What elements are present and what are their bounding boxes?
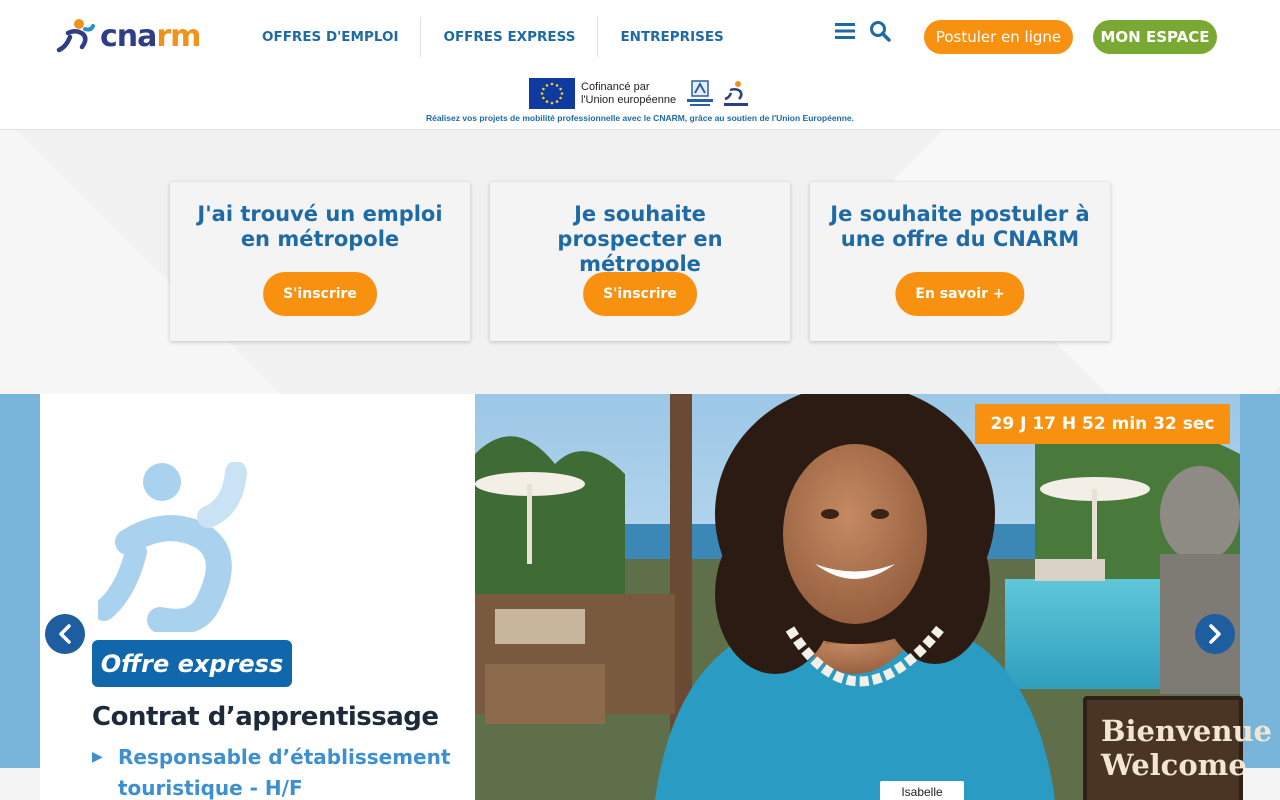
eu-text-line1: Cofinancé par bbox=[581, 80, 650, 93]
sign-line1: Bienvenue bbox=[1101, 714, 1272, 748]
offers-slider: Offre express Contrat d’apprentissage ▶ … bbox=[0, 394, 1280, 800]
cnarm-logo[interactable]: cnarm bbox=[56, 16, 216, 58]
nav-offres-express[interactable]: OFFRES EXPRESS bbox=[421, 17, 599, 57]
reunion-region-logo-icon bbox=[685, 78, 715, 109]
card-found-job: J'ai trouvé un emploi en métropole S'ins… bbox=[170, 182, 470, 341]
eu-flag-icon bbox=[529, 78, 575, 109]
eu-caption: Réalisez vos projets de mobilité profess… bbox=[425, 113, 855, 123]
triangle-right-icon: ▶ bbox=[92, 749, 103, 765]
runner-watermark-icon bbox=[98, 462, 247, 632]
eu-text-line2: l'Union européenne bbox=[581, 93, 677, 106]
nav-offres-emploi[interactable]: OFFRES D'EMPLOI bbox=[240, 17, 422, 57]
slide-text-panel: Offre express Contrat d’apprentissage ▶ … bbox=[40, 394, 475, 800]
logo-text-part2: rm bbox=[156, 19, 201, 54]
apply-online-button[interactable]: Postuler en ligne bbox=[924, 20, 1073, 54]
logo-text-part1: cna bbox=[100, 19, 157, 54]
logo-wordmark: cnarm bbox=[100, 19, 201, 54]
cnarm-mini-logo-icon bbox=[721, 78, 751, 109]
register-button[interactable]: S'inscrire bbox=[583, 272, 697, 316]
contract-type: Contrat d’apprentissage bbox=[92, 702, 439, 732]
chevron-left-icon bbox=[59, 624, 71, 644]
slider-prev-button[interactable] bbox=[45, 614, 85, 654]
chevron-right-icon bbox=[1209, 624, 1221, 644]
card-apply-offer: Je souhaite postuler à une offre du CNAR… bbox=[810, 182, 1110, 341]
learn-more-button[interactable]: En savoir + bbox=[895, 272, 1025, 316]
main-nav: OFFRES D'EMPLOI OFFRES EXPRESS ENTREPRIS… bbox=[240, 17, 746, 57]
welcome-sign: Bienvenue Welcome bbox=[1083, 696, 1272, 800]
eu-cofinance-banner: Cofinancé par l'Union européenne bbox=[529, 77, 751, 110]
register-button[interactable]: S'inscrire bbox=[263, 272, 377, 316]
offer-countdown: 29 J 17 H 52 min 32 sec bbox=[975, 404, 1230, 444]
express-offer-badge: Offre express bbox=[92, 640, 292, 687]
card-title: J'ai trouvé un emploi en métropole bbox=[197, 202, 443, 251]
card-prospect: Je souhaite prospecter en métropole S'in… bbox=[490, 182, 790, 341]
runner-logo-icon bbox=[56, 19, 95, 53]
nav-entreprises[interactable]: ENTREPRISES bbox=[598, 17, 745, 57]
job-title[interactable]: ▶ Responsable d’établissement touristiqu… bbox=[92, 742, 452, 800]
slider-side-left bbox=[0, 394, 40, 768]
cta-cards-section: J'ai trouvé un emploi en métropole S'ins… bbox=[0, 130, 1280, 394]
slider-side-right bbox=[1240, 394, 1280, 768]
eu-cofinance-text: Cofinancé par l'Union européenne bbox=[581, 81, 679, 106]
my-space-button[interactable]: MON ESPACE bbox=[1093, 20, 1217, 54]
card-title: Je souhaite postuler à une offre du CNAR… bbox=[830, 202, 1090, 251]
hamburger-icon[interactable] bbox=[834, 20, 856, 42]
slider-next-button[interactable] bbox=[1195, 614, 1235, 654]
search-icon[interactable] bbox=[868, 19, 892, 43]
slide-current[interactable]: Offre express Contrat d’apprentissage ▶ … bbox=[40, 394, 1240, 800]
card-title: Je souhaite prospecter en métropole bbox=[557, 202, 723, 276]
job-title-text: Responsable d’établissement touristique … bbox=[118, 745, 451, 800]
site-header: cnarm OFFRES D'EMPLOI OFFRES EXPRESS ENT… bbox=[0, 0, 1280, 130]
sign-line2: Welcome bbox=[1101, 748, 1247, 782]
name-tag: Isabelle bbox=[880, 781, 964, 800]
